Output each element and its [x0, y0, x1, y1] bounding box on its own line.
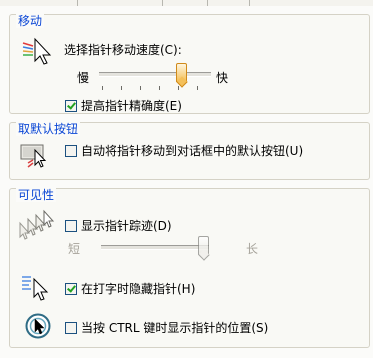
trail-slider-track: [101, 245, 209, 250]
pointer-options-panel: 移动 选择指针移动速度(C): 慢 快 提高指针精确度(E) 取默认按钮 自动将…: [0, 6, 373, 358]
trail-length-slider[interactable]: [98, 235, 214, 265]
motion-group-title: 移动: [16, 14, 45, 28]
pointer-trails-icon: [19, 209, 55, 240]
slow-label: 慢: [77, 71, 90, 85]
enhance-precision-label[interactable]: 提高指针精确度(E): [81, 99, 182, 113]
hide-while-typing-checkbox[interactable]: [65, 283, 77, 295]
long-label: 长: [246, 242, 259, 256]
motion-group: 移动 选择指针移动速度(C): 慢 快 提高指针精确度(E): [9, 14, 370, 114]
visibility-group: 可见性 显示指针踪迹(D) 短 长 在打字时隐藏指针(H) 当按 CTRL 键时…: [9, 188, 370, 348]
slider-tick: [102, 86, 103, 90]
hide-while-typing-icon: [22, 276, 49, 301]
slider-tick: [140, 86, 141, 90]
snap-to-default-icon: [20, 144, 47, 168]
fast-label: 快: [216, 71, 229, 85]
pointer-speed-slider[interactable]: [96, 62, 214, 98]
speed-slider-thumb[interactable]: [176, 63, 187, 82]
short-label: 短: [68, 242, 81, 256]
hide-while-typing-label[interactable]: 在打字时隐藏指针(H): [81, 282, 195, 296]
pointer-speed-icon: [22, 37, 52, 65]
pointer-trails-checkbox[interactable]: [65, 220, 77, 232]
slider-tick: [121, 86, 122, 90]
pointer-trails-label[interactable]: 显示指针踪迹(D): [81, 219, 172, 233]
trail-slider-thumb[interactable]: [198, 236, 209, 255]
show-location-ctrl-label[interactable]: 当按 CTRL 键时显示指针的位置(S): [81, 321, 268, 335]
show-location-icon: [25, 313, 51, 339]
slider-tick: [159, 86, 160, 90]
speed-slider-track: [99, 72, 211, 77]
show-location-ctrl-checkbox[interactable]: [65, 322, 77, 334]
slider-tick: [178, 86, 179, 90]
snap-to-default-checkbox[interactable]: [65, 145, 77, 157]
visibility-group-title: 可见性: [16, 188, 57, 202]
snap-to-default-label[interactable]: 自动将指针移动到对话框中的默认按钮(U): [81, 144, 303, 158]
snap-to-group: 取默认按钮 自动将指针移动到对话框中的默认按钮(U): [9, 122, 370, 180]
snap-to-group-title: 取默认按钮: [16, 122, 81, 136]
speed-label: 选择指针移动速度(C):: [64, 43, 182, 57]
slider-tick: [197, 86, 198, 90]
enhance-precision-checkbox[interactable]: [65, 100, 77, 112]
